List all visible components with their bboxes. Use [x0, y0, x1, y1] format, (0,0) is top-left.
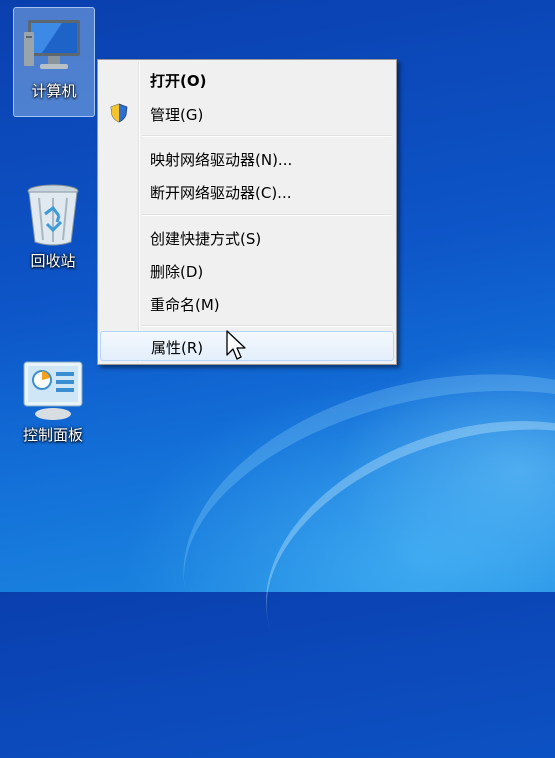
desktop-icon-label: 控制面板 [22, 426, 83, 444]
desktop-icon-recycle-bin[interactable]: 回收站 [13, 176, 93, 276]
context-menu: 打开(O) 管理(G) 映射网络驱动器(N)... 断开网络驱动器(C)... … [97, 59, 397, 365]
menu-separator [142, 214, 392, 216]
menu-item-open[interactable]: 打开(O) [100, 65, 394, 93]
menu-item-label: 打开(O) [150, 72, 207, 90]
desktop-icon-control-panel[interactable]: 控制面板 [13, 352, 93, 452]
recycle-bin-icon [27, 184, 79, 246]
menu-item-label: 重命名(M) [150, 296, 220, 314]
menu-separator [142, 135, 392, 137]
desktop-icon-label: 计算机 [31, 82, 77, 100]
menu-item-manage[interactable]: 管理(G) [100, 99, 394, 127]
uac-shield-icon [110, 103, 128, 123]
menu-item-rename[interactable]: 重命名(M) [100, 289, 394, 317]
menu-item-label: 创建快捷方式(S) [150, 230, 262, 248]
desktop-icon-computer[interactable]: 计算机 [13, 7, 95, 117]
menu-separator [142, 325, 392, 327]
desktop-icon-label: 回收站 [30, 252, 76, 270]
menu-item-label: 映射网络驱动器(N)... [150, 151, 293, 169]
menu-item-label: 断开网络驱动器(C)... [150, 184, 292, 202]
mouse-pointer-icon [226, 330, 246, 360]
menu-item-label: 属性(R) [151, 339, 204, 357]
computer-icon [24, 20, 80, 69]
menu-item-label: 管理(G) [150, 106, 204, 124]
menu-item-disconnect-network-drive[interactable]: 断开网络驱动器(C)... [100, 177, 394, 205]
menu-item-create-shortcut[interactable]: 创建快捷方式(S) [100, 223, 394, 251]
menu-item-map-network-drive[interactable]: 映射网络驱动器(N)... [100, 144, 394, 172]
control-panel-icon [23, 361, 83, 420]
menu-item-label: 删除(D) [150, 263, 204, 281]
menu-item-delete[interactable]: 删除(D) [100, 256, 394, 284]
